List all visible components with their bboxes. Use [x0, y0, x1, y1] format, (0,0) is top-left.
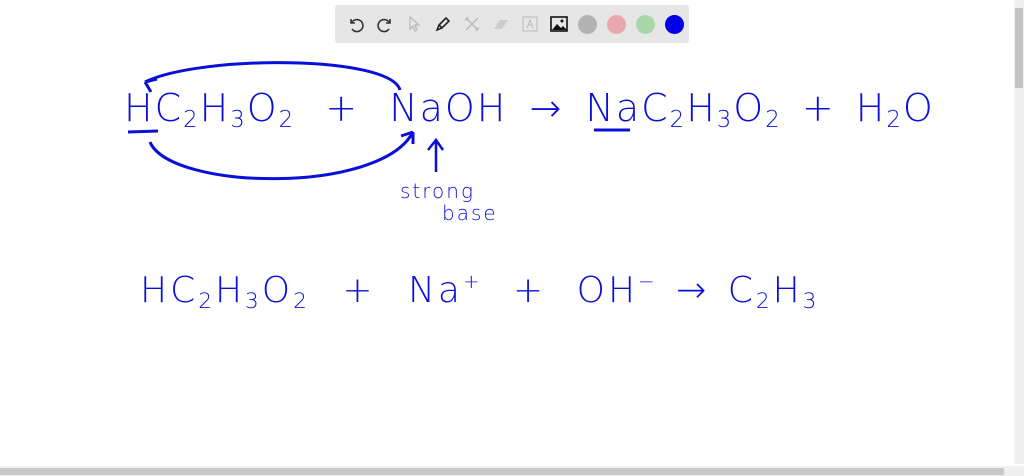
vertical-scrollbar[interactable] [1014, 0, 1024, 464]
scrollbar-thumb[interactable] [0, 468, 1004, 475]
up-arrow [427, 137, 445, 172]
horizontal-scrollbar[interactable] [0, 466, 1024, 476]
scrollbar-thumb[interactable] [1015, 8, 1023, 88]
underline-h [127, 129, 159, 134]
bottom-curved-arrow [148, 130, 415, 181]
ink-strokes [127, 61, 630, 181]
top-curved-arrow [143, 61, 402, 93]
